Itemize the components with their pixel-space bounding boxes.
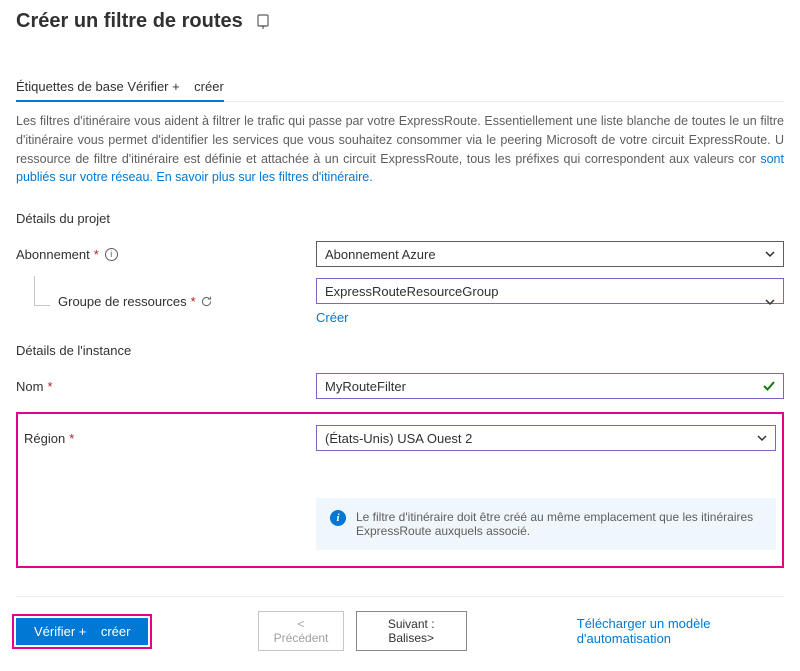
label-subscription: Abonnement * i [16,247,316,262]
info-banner-text: Le filtre d'itinéraire doit être créé au… [356,510,762,538]
check-icon [762,379,776,393]
region-highlight-box: Région * (États-Unis) USA Ouest 2 i Le f… [16,412,784,568]
row-resource-group: Groupe de ressources * ExpressRouteResou… [16,278,784,325]
row-region: Région * (États-Unis) USA Ouest 2 [24,422,776,454]
label-name: Nom * [16,379,316,394]
resource-group-select[interactable]: ExpressRouteResourceGroup [316,278,784,304]
required-indicator: * [94,247,99,262]
section-instance-details: Détails de l'instance [16,343,784,358]
page-title: Créer un filtre de routes [16,10,243,33]
info-banner: i Le filtre d'itinéraire doit être créé … [316,498,776,550]
required-indicator: * [191,294,196,309]
section-project-details: Détails du projet [16,211,784,226]
name-input[interactable]: MyRouteFilter [316,373,784,399]
region-select[interactable]: (États-Unis) USA Ouest 2 [316,425,776,451]
tab-basics[interactable]: Étiquettes de base Vérifier + créer [16,73,224,102]
pin-icon[interactable] [255,14,271,30]
page-header: Créer un filtre de routes [16,10,784,33]
required-indicator: * [69,431,74,446]
next-button[interactable]: Suivant : Balises> [356,611,467,651]
download-template-link[interactable]: Télécharger un modèle d'automatisation [577,616,784,646]
review-create-button[interactable]: Vérifier + créer [16,618,148,645]
refresh-icon[interactable] [200,295,213,308]
required-indicator: * [47,379,52,394]
row-name: Nom * MyRouteFilter [16,370,784,402]
label-resource-group: Groupe de ressources * [16,294,316,309]
label-region: Région * [24,431,316,446]
footer-divider [16,596,784,597]
footer: Vérifier + créer < Précédent Suivant : B… [16,611,784,651]
tree-connector [34,276,50,306]
row-subscription: Abonnement * i Abonnement Azure [16,238,784,270]
previous-button[interactable]: < Précédent [258,611,343,651]
info-icon[interactable]: i [105,248,118,261]
tabs: Étiquettes de base Vérifier + créer [16,73,784,102]
info-banner-icon: i [330,510,346,526]
description-text: Les filtres d'itinéraire vous aident à f… [16,112,784,187]
subscription-select[interactable]: Abonnement Azure [316,241,784,267]
create-new-link[interactable]: Créer [316,310,349,325]
